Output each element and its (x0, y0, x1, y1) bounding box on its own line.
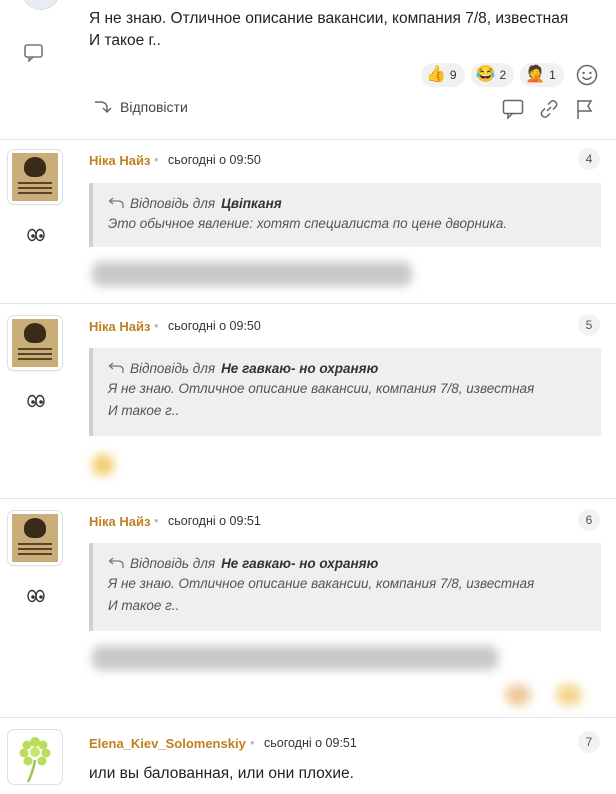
comment: Ніка Найз • сьогодні о 09:50 5 Відповідь… (0, 304, 616, 498)
separator: • (154, 513, 159, 528)
quote-header: Відповідь для Цвіпканя (108, 193, 589, 213)
avatar[interactable] (8, 150, 62, 204)
comment-number[interactable]: 4 (578, 148, 600, 170)
reaction-count: 2 (499, 68, 507, 82)
quote-text: Я не знаю. Отличное описание вакансии, к… (108, 576, 535, 591)
quote-text: Это обычное явление: хотят специалиста п… (108, 216, 508, 231)
reply-arrow-icon (95, 101, 112, 114)
reply-prefix: Відповідь для (130, 360, 216, 376)
thumbs-up-icon: 👍 (426, 66, 446, 83)
comment: Ніка Найз • сьогодні о 09:51 6 Відповідь… (0, 499, 616, 717)
reply-arrow-icon (108, 362, 124, 373)
link-icon[interactable] (538, 98, 560, 120)
avatar[interactable] (8, 730, 62, 784)
reply-quote[interactable]: Відповідь для Не гавкаю- но охраняю Я не… (89, 348, 601, 436)
quote-header: Відповідь для Не гавкаю- но охраняю (108, 553, 589, 573)
comment: Elena_Kiev_Solomenskiy • сьогодні о 09:5… (0, 718, 616, 794)
reply-quote[interactable]: Відповідь для Не гавкаю- но охраняю Я не… (89, 543, 601, 631)
comment: Ніка Найз • сьогодні о 09:50 4 Відповідь… (0, 140, 616, 303)
comment-text: или вы балованная, или они плохие. (89, 765, 354, 782)
reply-prefix: Відповідь для (130, 555, 216, 571)
reply-label: Відповісти (120, 99, 188, 115)
comment-time[interactable]: сьогодні о 09:50 (168, 153, 261, 167)
horse-icon (24, 323, 46, 343)
poster-line (18, 353, 52, 355)
horse-icon (24, 518, 46, 538)
reaction-facepalm[interactable]: 🤦 1 (520, 63, 564, 87)
avatar-image (12, 153, 58, 201)
comment-time[interactable]: сьогодні о 09:51 (264, 736, 357, 750)
blurred-emoji (92, 454, 114, 476)
avatar-image (12, 319, 58, 367)
reaction-count: 1 (549, 68, 556, 82)
poster-line (18, 553, 52, 555)
reactions-bar: 👍 9 😂 2 🤦 1 (421, 63, 564, 87)
poster-line (18, 187, 52, 189)
avatar-image (12, 514, 58, 562)
reply-quote[interactable]: Відповідь для Цвіпканя Это обычное явлен… (89, 183, 601, 247)
reaction-thumbs-up[interactable]: 👍 9 (421, 63, 465, 87)
reply-prefix: Відповідь для (130, 195, 216, 211)
add-reaction-icon[interactable] (575, 63, 599, 87)
author-name[interactable]: Ніка Найз (89, 514, 150, 529)
poster-line (18, 543, 52, 545)
comment-time[interactable]: сьогодні о 09:50 (168, 319, 261, 333)
flag-icon[interactable] (574, 98, 596, 120)
reply-arrow-icon (108, 557, 124, 568)
top-comment: Я не знаю. Отличное описание вакансии, к… (0, 0, 616, 139)
comment-number[interactable]: 5 (578, 314, 600, 336)
reply-button[interactable]: Відповісти (94, 99, 188, 115)
reply-to-user[interactable]: Не гавкаю- но охраняю (221, 556, 378, 571)
author-name[interactable]: Ніка Найз (89, 153, 150, 168)
reaction-laughing[interactable]: 😂 2 (470, 63, 515, 87)
blurred-emoji (505, 684, 531, 706)
eyes-icon (27, 228, 45, 242)
author-name[interactable]: Elena_Kiev_Solomenskiy (89, 736, 246, 751)
comment-bubble-icon[interactable] (502, 98, 524, 120)
comment-text-line: Я не знаю. Отличное описание вакансии, к… (89, 10, 569, 27)
comment-text: Я не знаю. Отличное описание вакансии, к… (89, 8, 568, 52)
quote-text: И такое г.. (108, 403, 180, 418)
poster-line (18, 182, 52, 184)
comment-time[interactable]: сьогодні о 09:51 (168, 514, 261, 528)
comment-icon (24, 44, 43, 62)
avatar[interactable] (8, 511, 62, 565)
reply-to-user[interactable]: Не гавкаю- но охраняю (221, 361, 378, 376)
eyes-icon (27, 589, 45, 603)
comment-actions (502, 98, 596, 120)
author-name[interactable]: Ніка Найз (89, 319, 150, 334)
horse-icon (24, 157, 46, 177)
poster-line (18, 192, 52, 194)
blurred-emoji (556, 684, 582, 706)
poster-line (18, 348, 52, 350)
separator: • (154, 152, 159, 167)
quote-text: Я не знаю. Отличное описание вакансии, к… (108, 381, 535, 396)
poster-line (18, 548, 52, 550)
avatar[interactable] (8, 316, 62, 370)
poster-line (18, 358, 52, 360)
laughing-icon: 😂 (475, 66, 496, 83)
comment-number[interactable]: 7 (578, 731, 600, 753)
reaction-count: 9 (449, 68, 457, 82)
reply-to-user[interactable]: Цвіпканя (221, 196, 282, 211)
reply-arrow-icon (108, 197, 124, 208)
clover-icon (19, 737, 51, 783)
blurred-text (92, 262, 412, 286)
quote-header: Відповідь для Не гавкаю- но охраняю (108, 358, 589, 378)
separator: • (154, 318, 159, 333)
facepalm-icon: 🤦 (525, 66, 546, 83)
comment-number[interactable]: 6 (578, 509, 600, 531)
separator: • (250, 735, 255, 750)
blurred-text (92, 646, 498, 670)
avatar[interactable] (22, 0, 60, 10)
comment-text-line: И такое г.. (89, 32, 161, 49)
eyes-icon (27, 394, 45, 408)
quote-text: И такое г.. (108, 598, 180, 613)
